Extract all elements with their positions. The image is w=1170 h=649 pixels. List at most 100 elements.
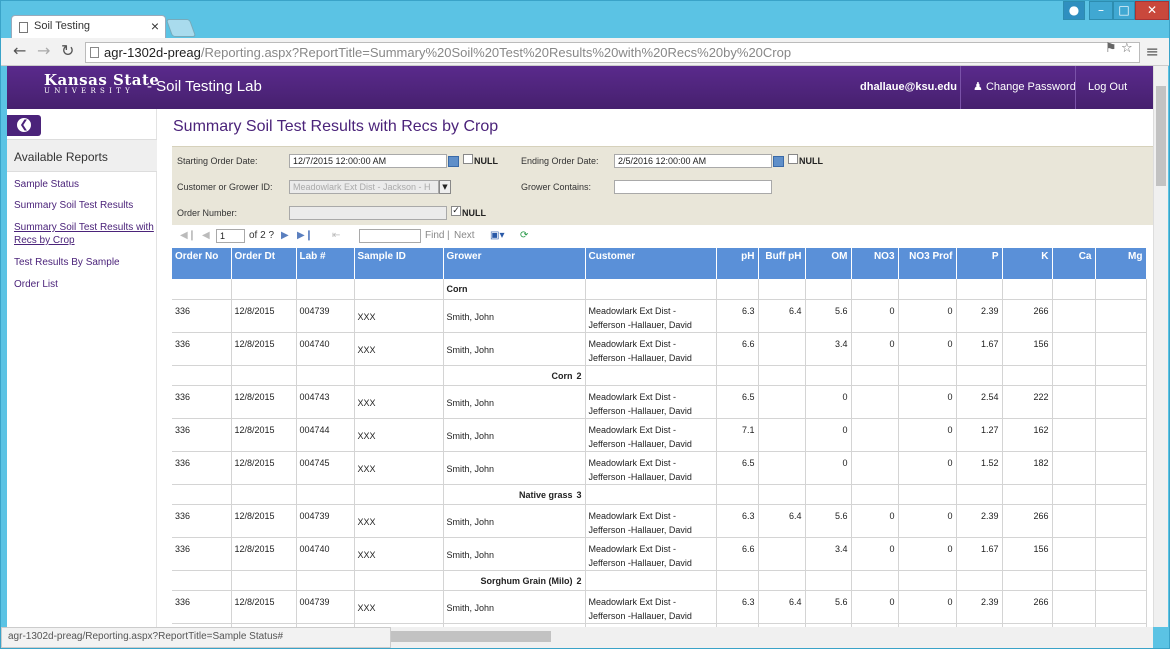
cell-grower: Smith, John	[443, 590, 586, 624]
column-header[interactable]: Grower	[443, 248, 586, 279]
group-empty-cell	[231, 570, 297, 591]
null-label: NULL	[474, 156, 498, 166]
table-header-row: Order No Order Dt Lab # Sample ID Grower…	[172, 248, 1147, 279]
table-row[interactable]: 336 12/8/2015 004739 XXX Smith, John Meadowla…	[172, 590, 1147, 624]
find-input[interactable]	[359, 229, 421, 243]
maximize-button[interactable]: □	[1113, 1, 1135, 20]
menu-icon[interactable]: ≡	[1146, 42, 1159, 61]
cell-mg	[1095, 332, 1147, 366]
cell-sample: XXX	[354, 385, 444, 419]
report-area: Summary Soil Test Results with Recs by C…	[162, 109, 1153, 627]
address-bar[interactable]: agr-1302d-preag/Reporting.aspx?ReportTit…	[85, 42, 1140, 63]
sidebar-item-test-results[interactable]: Test Results By Sample	[14, 256, 120, 269]
sidebar-item-summary-results-recs[interactable]: Summary Soil Test Results with Recs by C…	[14, 221, 156, 247]
table-row[interactable]: 33612/8/2015004740XXXSmith, JohnMeadowla…	[172, 537, 1147, 571]
cell-p: 1.52	[956, 451, 1003, 485]
sidebar-item-order-list[interactable]: Order List	[14, 278, 58, 291]
order-number-input[interactable]	[289, 206, 447, 220]
customer-select[interactable]: Meadowlark Ext Dist - Jackson - H	[289, 180, 439, 194]
start-null-checkbox[interactable]	[463, 154, 473, 164]
page-number-input[interactable]: 1	[216, 229, 245, 243]
calendar-icon[interactable]	[448, 156, 459, 167]
group-empty-cell	[851, 484, 899, 505]
scroll-thumb[interactable]	[391, 631, 551, 642]
scroll-thumb[interactable]	[1156, 86, 1166, 186]
logout-link[interactable]: Log Out	[1088, 66, 1127, 109]
prev-page-icon[interactable]: ◀	[202, 230, 210, 241]
cell-date: 12/8/2015	[231, 537, 297, 571]
column-header[interactable]: Customer	[585, 248, 717, 279]
table-row[interactable]: 336 12/8/2015 004744 XXX Smith, John Meadowla…	[172, 418, 1147, 452]
cell-lab: 004745	[296, 451, 355, 485]
end-null-checkbox[interactable]	[788, 154, 798, 164]
new-tab-button[interactable]	[165, 19, 197, 37]
last-page-icon[interactable]: ▶❙	[297, 230, 313, 241]
table-row[interactable]: 336 12/8/2015 004745 XXX Smith, John Meadowla…	[172, 451, 1147, 485]
column-header[interactable]: pH	[716, 248, 759, 279]
vertical-scrollbar[interactable]	[1153, 66, 1168, 627]
group-empty-cell	[1002, 570, 1053, 591]
cell-no3	[851, 451, 899, 485]
close-window-button[interactable]: ✕	[1135, 1, 1169, 20]
university-logo[interactable]: Kansas State UNIVERSITY	[44, 73, 159, 96]
cell-sample: XXX	[354, 537, 444, 571]
customer-label: Customer or Grower ID:	[177, 182, 273, 192]
column-header[interactable]: NO3	[851, 248, 899, 279]
column-header[interactable]: OM	[805, 248, 852, 279]
column-header[interactable]: Order No	[172, 248, 232, 279]
column-header[interactable]: Order Dt	[231, 248, 297, 279]
next-page-icon[interactable]: ▶	[281, 230, 289, 241]
column-header[interactable]: Mg	[1095, 248, 1147, 279]
chevron-down-icon[interactable]: ▼	[439, 180, 451, 194]
cell-p: 1.67	[956, 537, 1003, 571]
column-header[interactable]: P	[956, 248, 1003, 279]
customer-line1: Meadowlark Ext Dist -	[588, 391, 677, 402]
key-icon[interactable]: ⚑	[1105, 41, 1117, 56]
sidebar-item-summary-results[interactable]: Summary Soil Test Results	[14, 199, 133, 212]
grower-input[interactable]	[614, 180, 772, 194]
table-row[interactable]: 336 12/8/2015 004739 XXX Smith, John Meadowla…	[172, 299, 1147, 333]
column-header[interactable]: Buff pH	[758, 248, 806, 279]
column-header[interactable]: Ca	[1052, 248, 1096, 279]
table-row[interactable]: 336 12/8/2015 004739 XXX Smith, John Meadowla…	[172, 504, 1147, 538]
column-header[interactable]: K	[1002, 248, 1053, 279]
web-page: Kansas State UNIVERSITY - Soil Testing L…	[7, 66, 1153, 627]
back-button[interactable]: ❮	[7, 115, 41, 136]
sidebar-item-sample-status[interactable]: Sample Status	[14, 178, 79, 191]
refresh-icon[interactable]: ⟳	[520, 230, 528, 241]
first-page-icon[interactable]: ◀❙	[180, 230, 196, 241]
customer-line1: Meadowlark Ext Dist -	[588, 543, 677, 554]
back-arrow-icon[interactable]: ←	[13, 41, 26, 60]
column-header[interactable]: Lab #	[296, 248, 355, 279]
column-header[interactable]: Sample ID	[354, 248, 444, 279]
table-row[interactable]: 33612/8/2015004740XXXSmith, JohnMeadowla…	[172, 332, 1147, 366]
find-link[interactable]: Find	[425, 230, 444, 241]
user-icon[interactable]: ●	[1063, 1, 1085, 20]
calendar-icon[interactable]	[773, 156, 784, 167]
group-empty-cell	[231, 365, 297, 386]
table-row[interactable]: 336 12/8/2015 004743 XXX Smith, John Meadowla…	[172, 385, 1147, 419]
minimize-button[interactable]: –	[1089, 1, 1113, 20]
close-tab-icon[interactable]: ×	[151, 18, 159, 34]
cell-buff	[758, 332, 806, 366]
reload-icon[interactable]: ↻	[61, 41, 74, 60]
export-save-icon[interactable]: ▣▾	[490, 230, 504, 241]
cell-date: 12/8/2015	[231, 385, 297, 419]
back-to-parent-icon[interactable]: ⇤	[332, 230, 340, 241]
end-date-input[interactable]: 2/5/2016 12:00:00 AM	[614, 154, 772, 168]
cell-sample: XXX	[354, 299, 444, 333]
start-date-input[interactable]: 12/7/2015 12:00:00 AM	[289, 154, 447, 168]
results-grid: Order No Order Dt Lab # Sample ID Grower…	[172, 248, 1147, 627]
cell-k: 266	[1002, 590, 1053, 624]
horizontal-scrollbar[interactable]	[391, 627, 1153, 648]
column-header[interactable]: NO3 Prof	[898, 248, 957, 279]
cell-cust: Meadowlark Ext Dist - Jefferson -Hallauer…	[585, 299, 717, 333]
find-next-link[interactable]: Next	[454, 230, 475, 241]
browser-tab[interactable]: Soil Testing ×	[11, 15, 166, 39]
group-empty-cell	[805, 570, 852, 591]
star-icon[interactable]: ☆	[1121, 41, 1133, 56]
forward-arrow-icon[interactable]: →	[37, 41, 50, 60]
order-null-checkbox[interactable]: ✓	[451, 206, 461, 216]
group-empty-cell	[172, 279, 232, 300]
change-password-link[interactable]: ♟ Change Password	[973, 66, 1076, 109]
